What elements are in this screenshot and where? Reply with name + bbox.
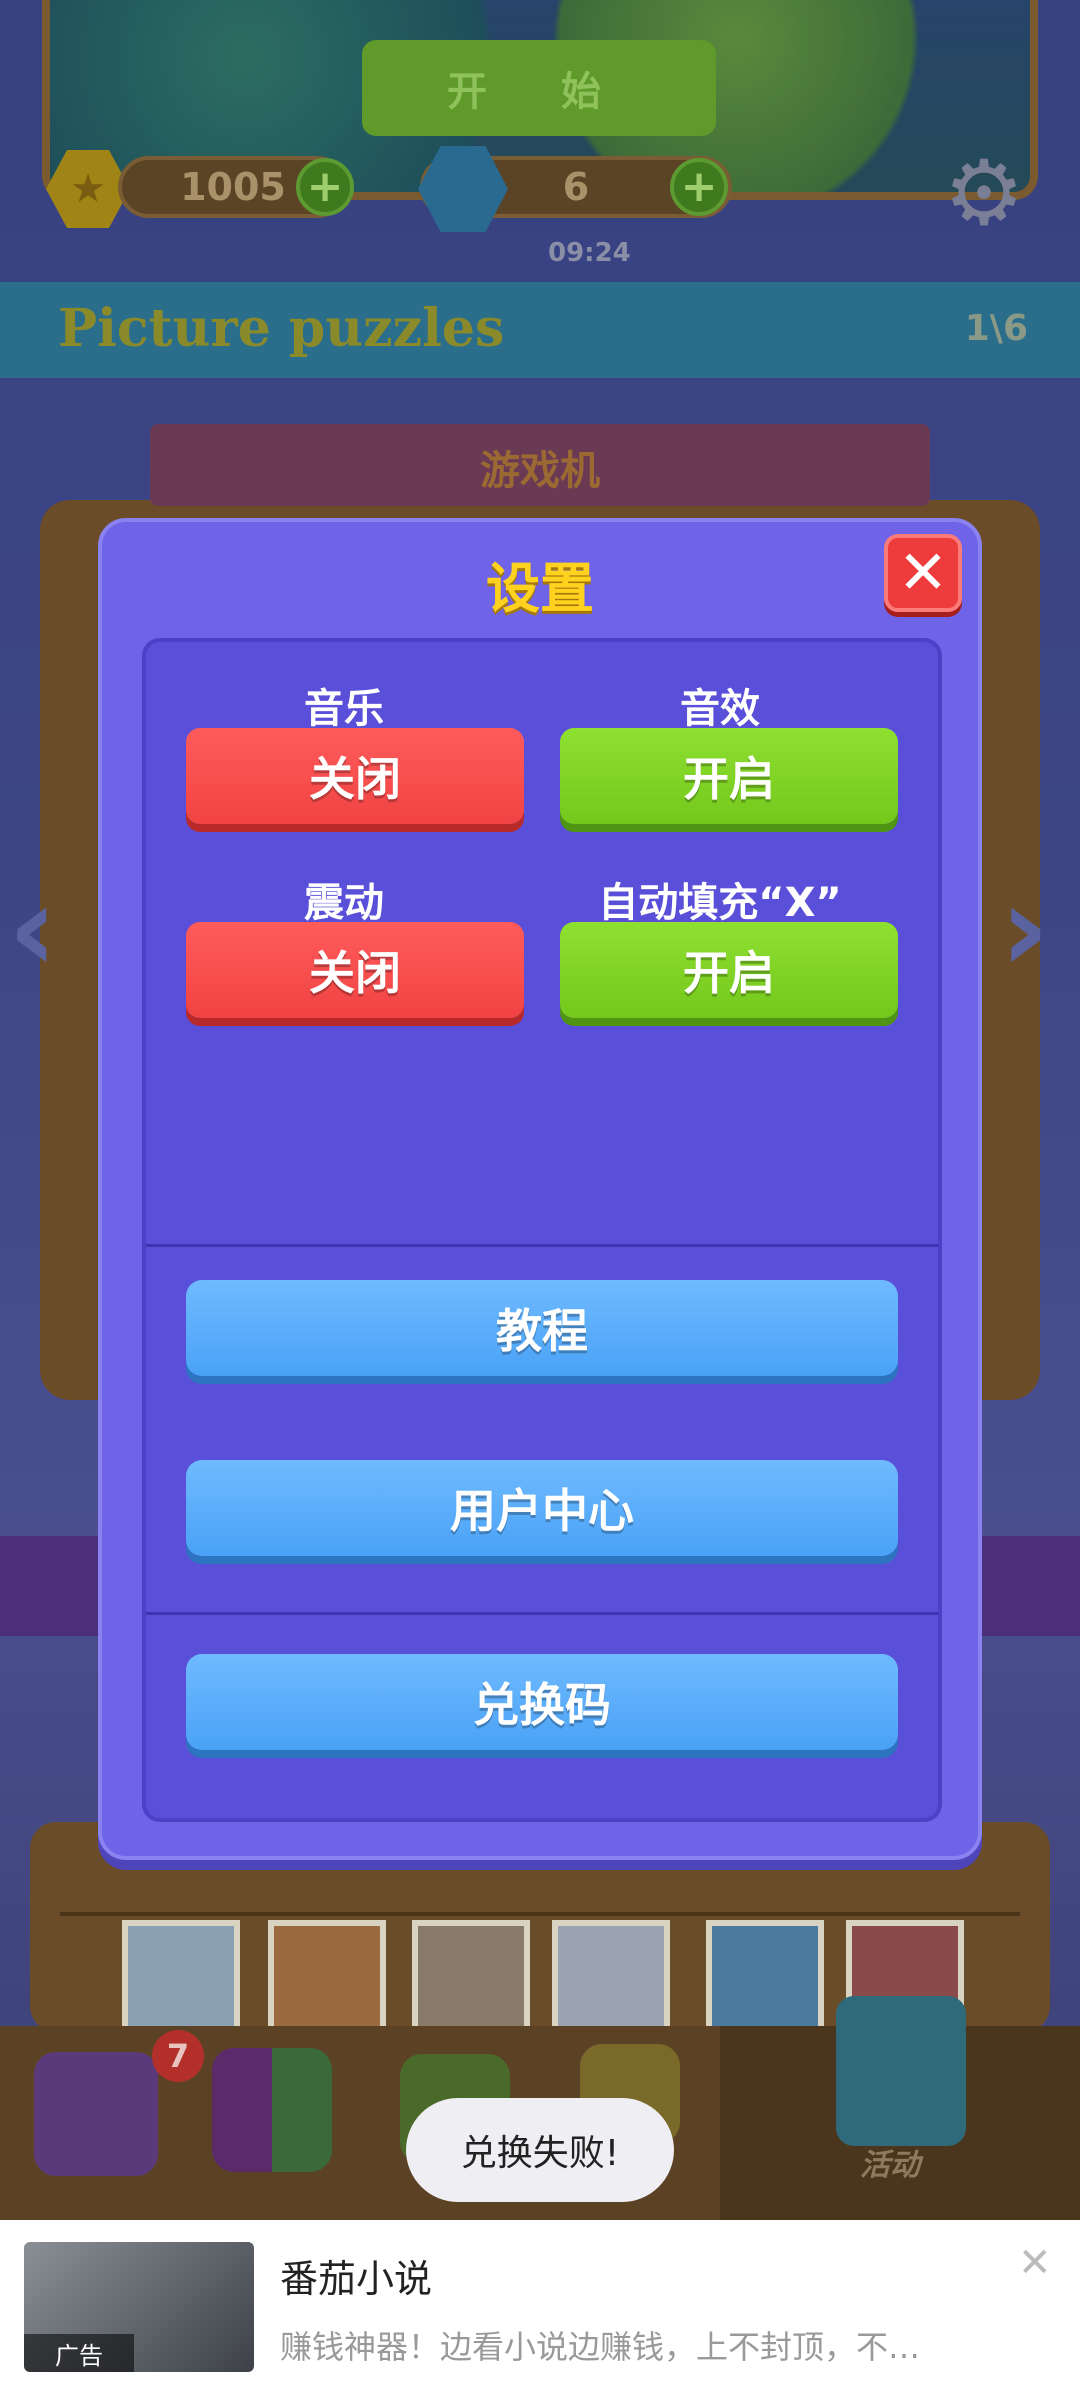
divider xyxy=(146,1612,938,1615)
music-label: 音乐 xyxy=(304,686,384,732)
autofill-x-toggle[interactable]: 开启 xyxy=(560,922,898,1018)
music-toggle[interactable]: 关闭 xyxy=(186,728,524,824)
ad-thumbnail[interactable]: 广告 xyxy=(24,2242,254,2372)
redeem-code-button[interactable]: 兑换码 xyxy=(186,1654,898,1750)
sound-effects-label: 音效 xyxy=(680,686,760,732)
autofill-x-label: 自动填充“X” xyxy=(598,880,842,926)
settings-panel: 音乐 关闭 音效 开启 震动 关闭 自动填充“X” 开启 教程 用户中心 兑换码 xyxy=(142,638,942,1822)
sound-effects-toggle[interactable]: 开启 xyxy=(560,728,898,824)
close-icon: ✕ xyxy=(897,538,949,608)
dialog-title: 设置 xyxy=(486,556,594,620)
vibration-label: 震动 xyxy=(304,880,384,926)
ad-subtitle[interactable]: 赚钱神器！边看小说边赚钱，上不封顶，不… xyxy=(280,2322,1000,2368)
divider xyxy=(146,1244,938,1247)
ad-tag: 广告 xyxy=(24,2334,134,2372)
toast-message: 兑换失败! xyxy=(406,2098,674,2202)
close-button[interactable]: ✕ xyxy=(884,534,962,612)
settings-dialog: 设置 ✕ 音乐 关闭 音效 开启 震动 关闭 自动填充“X” 开启 教程 用户中… xyxy=(98,518,982,1860)
ad-close-icon[interactable]: ✕ xyxy=(1018,2240,1052,2286)
tutorial-button[interactable]: 教程 xyxy=(186,1280,898,1376)
ad-title[interactable]: 番茄小说 xyxy=(280,2248,432,2303)
vibration-toggle[interactable]: 关闭 xyxy=(186,922,524,1018)
user-center-button[interactable]: 用户中心 xyxy=(186,1460,898,1556)
